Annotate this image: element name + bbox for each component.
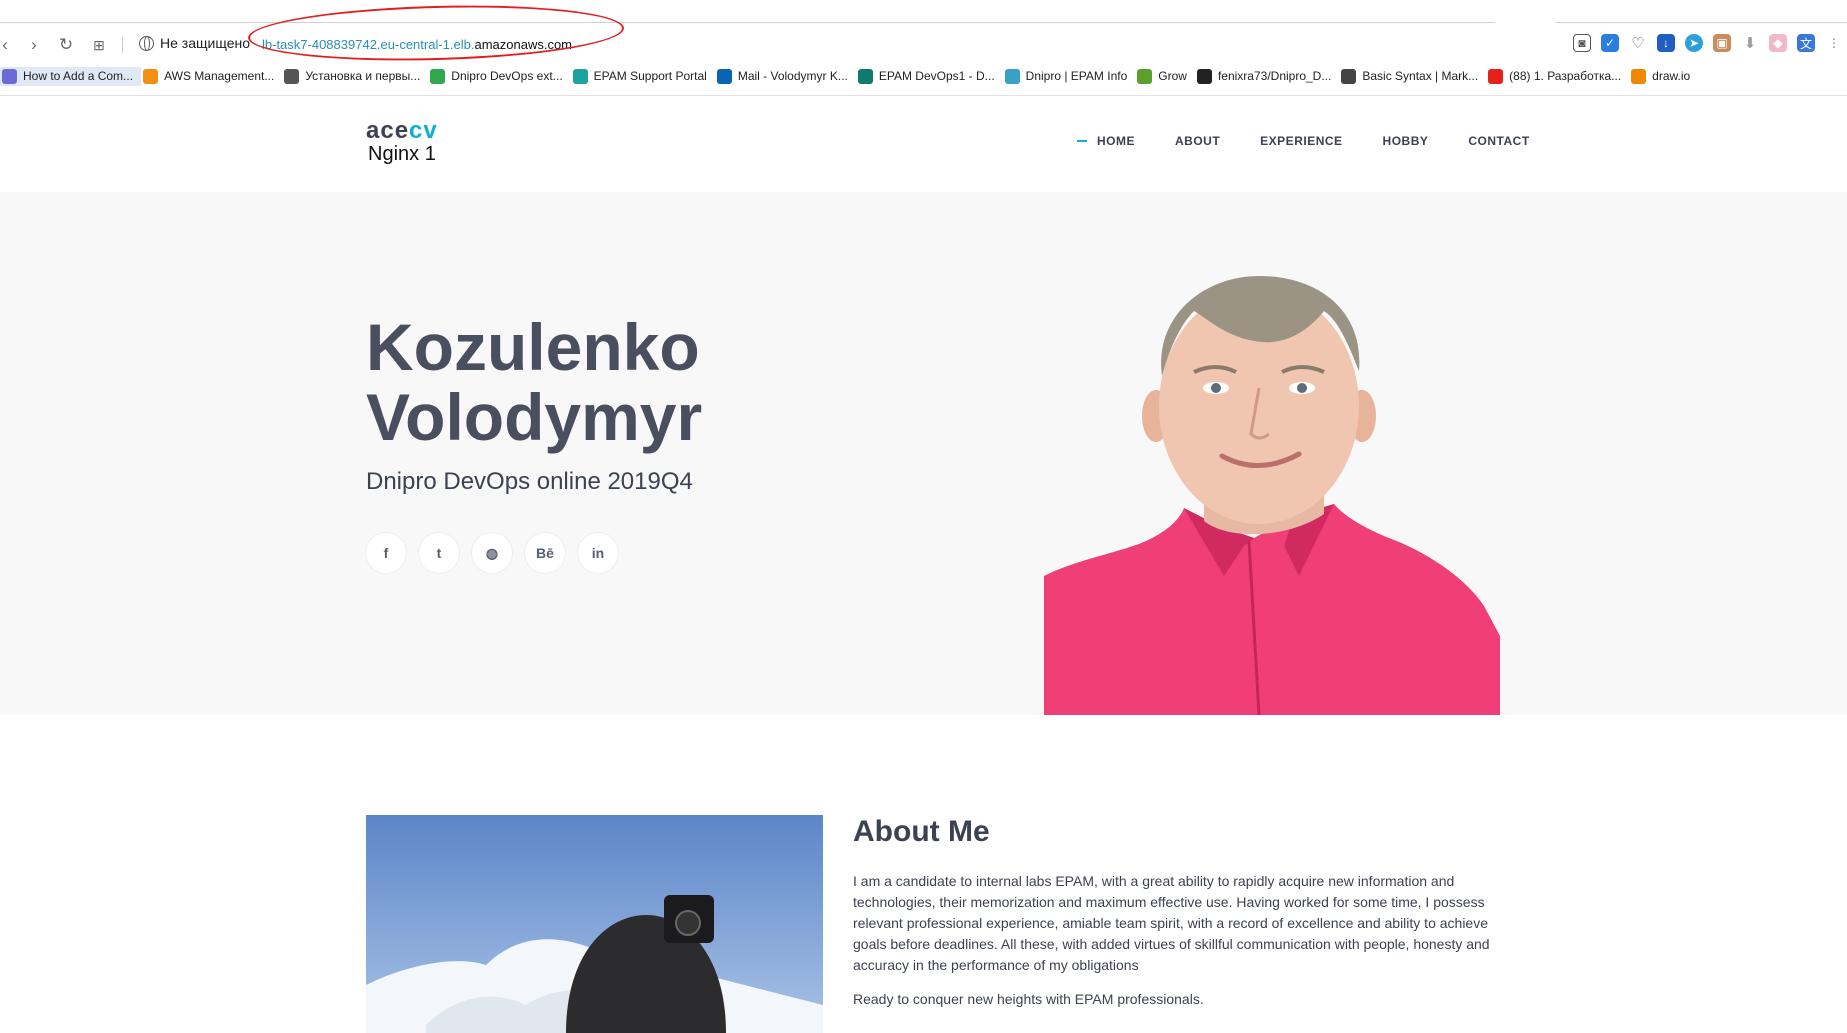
- hero-name: Kozulenko Volodymyr: [366, 310, 703, 454]
- bookmark-item[interactable]: Установка и первы...: [282, 67, 428, 86]
- extension-toolbar: ◙ ✓ ♡ ↓ ➤ ▣ ⬇ ◆ 文 ⋮: [1573, 34, 1847, 52]
- main-nav: HOME ABOUT EXPERIENCE HOBBY CONTACT: [1077, 134, 1530, 148]
- dribbble-icon[interactable]: ◍: [472, 533, 512, 573]
- social-links: f t ◍ Bē in: [366, 533, 618, 573]
- logo-wordmark: acecv: [366, 117, 438, 144]
- address-bar[interactable]: lb-task7-408839742.eu-central-1.elb.amaz…: [262, 37, 572, 52]
- nav-contact[interactable]: CONTACT: [1468, 134, 1529, 148]
- linkedin-icon[interactable]: in: [578, 533, 618, 573]
- bookmark-item[interactable]: How to Add a Com...: [0, 66, 142, 86]
- logo-subtitle: Nginx 1: [368, 143, 436, 165]
- download-icon[interactable]: ↓: [1657, 34, 1675, 52]
- translate-icon[interactable]: 文: [1797, 34, 1815, 52]
- url-path: lb-task7-408839742.eu-central-1.elb.: [262, 37, 475, 52]
- about-title: About Me: [853, 815, 990, 848]
- bookmark-label: How to Add a Com...: [23, 69, 134, 83]
- bookmark-label: EPAM DevOps1 - D...: [878, 69, 995, 83]
- bookmark-item[interactable]: Dnipro DevOps ext...: [428, 67, 570, 86]
- heart-icon[interactable]: ♡: [1629, 34, 1647, 52]
- telegram-icon[interactable]: ➤: [1685, 34, 1703, 52]
- nav-about[interactable]: ABOUT: [1175, 134, 1220, 148]
- aws-icon: [143, 68, 159, 84]
- red-annotation-circle: [247, 1, 625, 65]
- bookmark-item[interactable]: fenixra73/Dnipro_D...: [1195, 67, 1339, 86]
- download-arrow-icon[interactable]: ⬇: [1741, 34, 1759, 52]
- apps-grid-icon[interactable]: ⊞: [88, 34, 110, 56]
- bookmark-item[interactable]: Grow: [1135, 67, 1195, 86]
- browser-chrome: ‹ › ↻ ⊞ Не защищено lb-task7-408839742.e…: [0, 0, 1847, 96]
- reload-icon[interactable]: ↻: [55, 34, 77, 56]
- about-photo: [366, 815, 823, 1033]
- bookmark-item[interactable]: AWS Management...: [141, 67, 282, 86]
- bookmark-label: Mail - Volodymyr K...: [737, 69, 848, 83]
- hero-subtitle: Dnipro DevOps online 2019Q4: [366, 468, 693, 495]
- security-label: Не защищено: [160, 35, 250, 51]
- bookmark-item[interactable]: Mail - Volodymyr K...: [715, 67, 856, 86]
- bookmark-label: fenixra73/Dnipro_D...: [1217, 69, 1332, 83]
- cube-icon[interactable]: ◆: [1769, 34, 1787, 52]
- more-icon[interactable]: ⋮: [1825, 34, 1843, 52]
- bookmarks-bar: How to Add a Com... AWS Management... Уста…: [0, 66, 1698, 86]
- nav-home[interactable]: HOME: [1077, 134, 1135, 148]
- url-domain: amazonaws.com: [474, 37, 573, 52]
- about-paragraph: I am a candidate to internal labs EPAM, …: [853, 873, 1490, 973]
- sharepoint-icon: [857, 68, 873, 84]
- back-icon[interactable]: ‹: [0, 34, 16, 56]
- twitter-icon[interactable]: t: [419, 533, 459, 573]
- bookmark-item[interactable]: (88) 1. Разработка...: [1486, 67, 1629, 86]
- security-indicator[interactable]: Не защищено: [139, 35, 250, 51]
- site-logo[interactable]: acecv Nginx 1: [366, 117, 438, 165]
- forward-icon[interactable]: ›: [23, 34, 45, 56]
- bookmark-label: Grow: [1158, 69, 1187, 83]
- hero-section: Kozulenko Volodymyr Dnipro DevOps online…: [0, 192, 1847, 715]
- active-indicator: [1077, 140, 1087, 142]
- about-paragraph-2: Ready to conquer new heights with EPAM p…: [853, 991, 1204, 1007]
- bookmark-label: Dnipro | EPAM Info: [1025, 69, 1128, 83]
- tab-strip-divider: [1556, 22, 1847, 23]
- drive-icon: [430, 68, 446, 84]
- extension-icon[interactable]: ▣: [1713, 34, 1731, 52]
- camera-icon[interactable]: ◙: [1573, 34, 1591, 52]
- bookmark-label: Basic Syntax | Mark...: [1362, 69, 1479, 83]
- behance-icon[interactable]: Bē: [525, 533, 565, 573]
- gitlab-icon: [2, 68, 17, 84]
- bookmark-label: EPAM Support Portal: [593, 69, 707, 83]
- bookmark-label: AWS Management...: [164, 69, 275, 83]
- globe-icon: [139, 35, 154, 51]
- bookmark-item[interactable]: EPAM DevOps1 - D...: [856, 67, 1003, 86]
- bookmark-item[interactable]: draw.io: [1629, 67, 1698, 86]
- bookmark-label: Установка и первы...: [305, 69, 421, 83]
- globe-icon: [284, 68, 300, 84]
- facebook-icon[interactable]: f: [366, 533, 406, 573]
- bookmark-item[interactable]: Dnipro | EPAM Info: [1003, 67, 1136, 86]
- grow-icon: [1137, 68, 1153, 84]
- epam-info-icon: [1004, 68, 1020, 84]
- bookmark-item[interactable]: EPAM Support Portal: [571, 67, 715, 86]
- youtube-icon: [1488, 68, 1504, 84]
- drawio-icon: [1631, 68, 1647, 84]
- site-header: acecv Nginx 1 HOME ABOUT EXPERIENCE HOBB…: [0, 96, 1847, 192]
- nav-experience[interactable]: EXPERIENCE: [1260, 134, 1342, 148]
- portrait-photo: [1044, 276, 1500, 715]
- markdown-icon: [1341, 68, 1357, 84]
- github-icon: [1196, 68, 1212, 84]
- bookmark-label: draw.io: [1652, 69, 1691, 83]
- outlook-icon: [716, 68, 732, 84]
- bookmark-label: (88) 1. Разработка...: [1509, 69, 1622, 83]
- toolbar-separator: [122, 37, 123, 53]
- nav-hobby[interactable]: HOBBY: [1383, 134, 1429, 148]
- bookmark-item[interactable]: Basic Syntax | Mark...: [1339, 67, 1486, 86]
- tab-strip-divider: [0, 22, 1495, 23]
- shield-check-icon[interactable]: ✓: [1601, 34, 1619, 52]
- bookmark-label: Dnipro DevOps ext...: [451, 69, 563, 83]
- epam-icon: [572, 68, 588, 84]
